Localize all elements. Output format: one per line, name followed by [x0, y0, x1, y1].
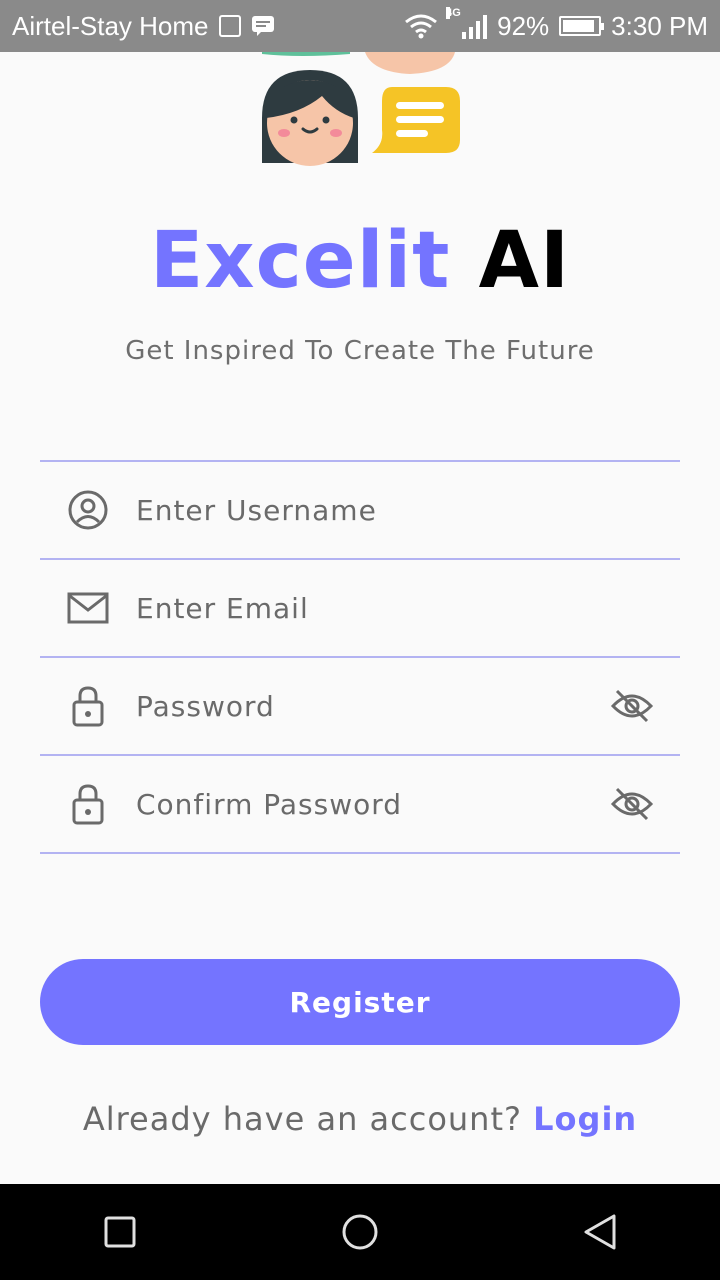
user-circle-icon	[64, 486, 112, 534]
battery-icon	[559, 16, 605, 36]
wifi-icon	[405, 14, 438, 39]
password-field	[40, 656, 680, 754]
username-field	[40, 460, 680, 558]
eye-off-icon[interactable]	[608, 682, 656, 730]
app-tagline: Get Inspired To Create The Future	[125, 336, 595, 366]
mail-icon	[64, 584, 112, 632]
register-form	[40, 460, 680, 854]
username-input[interactable]	[136, 488, 556, 532]
app-title-part2: AI	[478, 216, 571, 306]
status-right: 4G 92% 3:30 PM	[404, 7, 708, 42]
app-title-part1: Excelit	[149, 216, 451, 306]
lock-icon	[64, 780, 112, 828]
app-title: Excelit AI	[0, 216, 720, 306]
password-input[interactable]	[136, 684, 556, 728]
confirm-password-field	[40, 754, 680, 854]
navigation-bar	[0, 1184, 720, 1280]
status-left: Airtel-Stay Home	[12, 11, 275, 42]
login-prompt-text: Already have an account?	[82, 1100, 522, 1138]
network-type: 4G	[446, 7, 461, 19]
clock: 3:30 PM	[611, 10, 708, 41]
lock-icon	[64, 682, 112, 730]
confirm-password-input[interactable]	[136, 782, 556, 826]
carrier-name: Airtel-Stay Home	[12, 10, 209, 41]
image-icon	[218, 15, 241, 37]
home-icon[interactable]	[330, 1202, 390, 1262]
login-link[interactable]: Login	[533, 1100, 637, 1138]
email-field	[40, 558, 680, 656]
register-button[interactable]: Register	[40, 959, 680, 1045]
email-input[interactable]	[136, 586, 556, 630]
avatar-girl	[262, 70, 358, 166]
login-prompt: Already have an account? Login	[0, 1100, 720, 1138]
battery-fill	[563, 20, 595, 32]
recents-icon[interactable]	[90, 1202, 150, 1262]
back-icon[interactable]	[570, 1202, 630, 1262]
chat-illustration	[262, 52, 460, 166]
eye-off-icon[interactable]	[608, 780, 656, 828]
chat-bubble-icon	[372, 87, 460, 153]
signal-icon: 4G	[446, 7, 488, 39]
message-icon	[251, 16, 274, 36]
status-bar: Airtel-Stay Home 4G 92% 3:30 PM	[0, 0, 720, 52]
battery-percent: 92%	[497, 10, 550, 41]
